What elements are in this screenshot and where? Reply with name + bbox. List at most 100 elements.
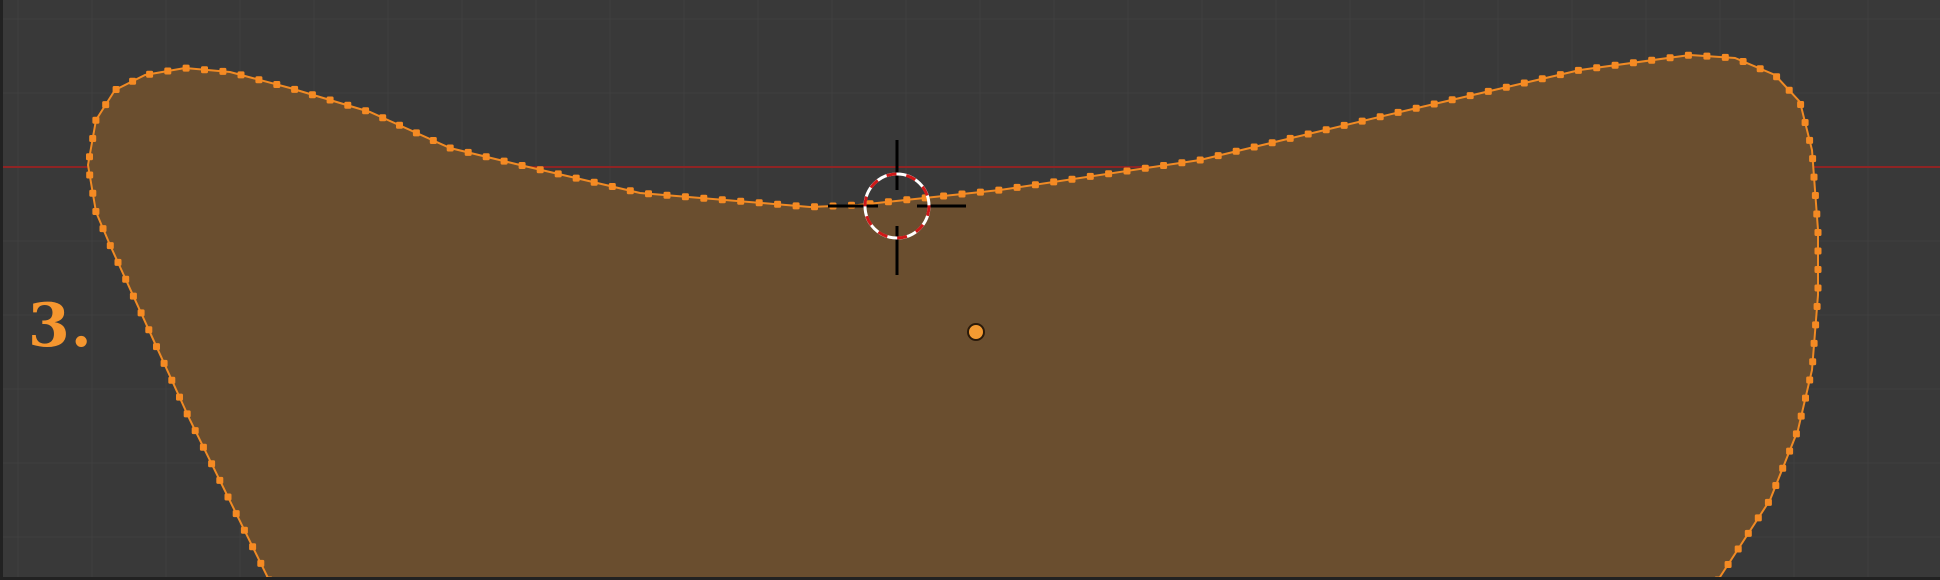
mesh-vertex[interactable]: [608, 183, 616, 190]
mesh-vertex[interactable]: [1802, 394, 1809, 402]
mesh-vertex[interactable]: [1268, 139, 1276, 147]
mesh-vertex[interactable]: [255, 76, 263, 84]
mesh-vertex[interactable]: [811, 203, 818, 211]
mesh-vertex[interactable]: [958, 190, 966, 198]
mesh-vertex[interactable]: [199, 443, 207, 451]
mesh-vertex[interactable]: [1196, 156, 1204, 164]
mesh-vertex[interactable]: [1813, 210, 1821, 218]
mesh-vertex[interactable]: [1734, 545, 1742, 553]
mesh-vertex[interactable]: [122, 275, 130, 283]
mesh-vertex[interactable]: [976, 188, 984, 196]
mesh-vertex[interactable]: [1744, 529, 1752, 537]
mesh-vertex[interactable]: [1703, 52, 1711, 60]
mesh-vertex[interactable]: [273, 81, 281, 88]
mesh-vertex[interactable]: [572, 174, 580, 182]
mesh-vertex[interactable]: [396, 121, 403, 129]
mesh-vertex[interactable]: [1068, 175, 1076, 183]
mesh-vertex[interactable]: [219, 67, 227, 75]
mesh-vertex[interactable]: [1050, 178, 1058, 186]
mesh-vertex[interactable]: [1684, 51, 1692, 59]
mesh-vertex[interactable]: [1754, 514, 1762, 522]
mesh-vertex[interactable]: [257, 559, 265, 567]
mesh-vertex[interactable]: [208, 460, 216, 468]
mesh-vertex[interactable]: [1286, 134, 1294, 142]
mesh-vertex[interactable]: [1250, 143, 1258, 151]
mesh-vertex[interactable]: [291, 85, 299, 93]
mesh-vertex[interactable]: [1141, 164, 1149, 172]
mesh-vertex[interactable]: [1739, 58, 1747, 65]
mesh-vertex[interactable]: [362, 107, 370, 115]
viewport-canvas[interactable]: [0, 0, 1940, 580]
mesh-vertex[interactable]: [1814, 266, 1822, 273]
mesh-vertex[interactable]: [774, 200, 782, 208]
mesh-vertex[interactable]: [1811, 192, 1819, 199]
mesh-vertex[interactable]: [755, 199, 763, 207]
mesh-vertex[interactable]: [1792, 430, 1800, 438]
mesh-vertex[interactable]: [1772, 482, 1780, 489]
object-origin-icon[interactable]: [967, 323, 985, 341]
mesh-vertex[interactable]: [1031, 181, 1039, 189]
mesh-vertex[interactable]: [626, 187, 634, 195]
mesh-vertex[interactable]: [1648, 56, 1656, 64]
mesh-vertex[interactable]: [201, 66, 208, 74]
mesh-vertex[interactable]: [1813, 303, 1821, 310]
mesh-vertex[interactable]: [240, 526, 248, 534]
mesh-vertex[interactable]: [700, 194, 708, 202]
mesh-vertex[interactable]: [89, 135, 97, 142]
mesh-vertex[interactable]: [182, 64, 190, 72]
mesh-vertex[interactable]: [1538, 75, 1546, 83]
mesh-vertex[interactable]: [145, 326, 153, 334]
mesh-vertex[interactable]: [164, 67, 172, 75]
mesh-vertex[interactable]: [1430, 100, 1438, 108]
mesh-vertex[interactable]: [1806, 136, 1814, 144]
mesh-vertex[interactable]: [645, 190, 652, 198]
mesh-vertex[interactable]: [1556, 71, 1564, 79]
mesh-vertex[interactable]: [518, 162, 526, 169]
mesh-vertex[interactable]: [1086, 172, 1094, 180]
mesh-vertex[interactable]: [1785, 86, 1793, 94]
mesh-vertex[interactable]: [429, 137, 437, 144]
mesh-vertex[interactable]: [1394, 108, 1402, 116]
mesh-vertex[interactable]: [1773, 73, 1781, 81]
mesh-vertex[interactable]: [86, 171, 94, 179]
mesh-vertex[interactable]: [718, 196, 726, 204]
mesh-vertex[interactable]: [249, 543, 257, 551]
mesh-vertex[interactable]: [114, 258, 122, 266]
mesh-vertex[interactable]: [1764, 498, 1772, 506]
mesh-vertex[interactable]: [1178, 159, 1186, 167]
mesh-vertex[interactable]: [191, 427, 199, 435]
mesh-vertex[interactable]: [446, 144, 454, 152]
mesh-vertex[interactable]: [1574, 66, 1582, 74]
mesh-vertex[interactable]: [326, 96, 334, 104]
mesh-vertex[interactable]: [1797, 412, 1805, 420]
mesh-vertex[interactable]: [792, 202, 800, 210]
mesh-vertex[interactable]: [1448, 96, 1456, 104]
mesh-vertex[interactable]: [308, 91, 316, 99]
mesh-vertex[interactable]: [1214, 152, 1222, 160]
mesh-vertex[interactable]: [1809, 155, 1817, 163]
mesh-vertex[interactable]: [1666, 54, 1674, 62]
mesh-vertex[interactable]: [1801, 119, 1809, 126]
mesh-vertex[interactable]: [1376, 113, 1384, 121]
mesh-vertex[interactable]: [1814, 229, 1822, 236]
mesh-vertex[interactable]: [1593, 64, 1601, 72]
mesh-vertex[interactable]: [1322, 126, 1330, 134]
mesh-vertex[interactable]: [344, 101, 352, 109]
mesh-vertex[interactable]: [1786, 447, 1794, 455]
mesh-vertex[interactable]: [216, 476, 224, 484]
mesh-vertex[interactable]: [940, 192, 948, 200]
mesh-vertex[interactable]: [464, 148, 472, 156]
mesh-vertex[interactable]: [168, 376, 176, 384]
mesh-vertex[interactable]: [1814, 247, 1822, 255]
mesh-vertex[interactable]: [412, 129, 420, 137]
mesh-vertex[interactable]: [500, 157, 508, 165]
mesh-vertex[interactable]: [102, 101, 110, 109]
mesh-vertex[interactable]: [1466, 92, 1474, 100]
mesh-vertex[interactable]: [1520, 79, 1528, 87]
mesh-vertex[interactable]: [1812, 321, 1820, 329]
mesh-vertex[interactable]: [554, 170, 562, 178]
mesh-vertex[interactable]: [1123, 167, 1131, 175]
mesh-vertex[interactable]: [1340, 121, 1348, 129]
mesh-vertex[interactable]: [237, 71, 245, 79]
mesh-vertex[interactable]: [86, 153, 93, 161]
